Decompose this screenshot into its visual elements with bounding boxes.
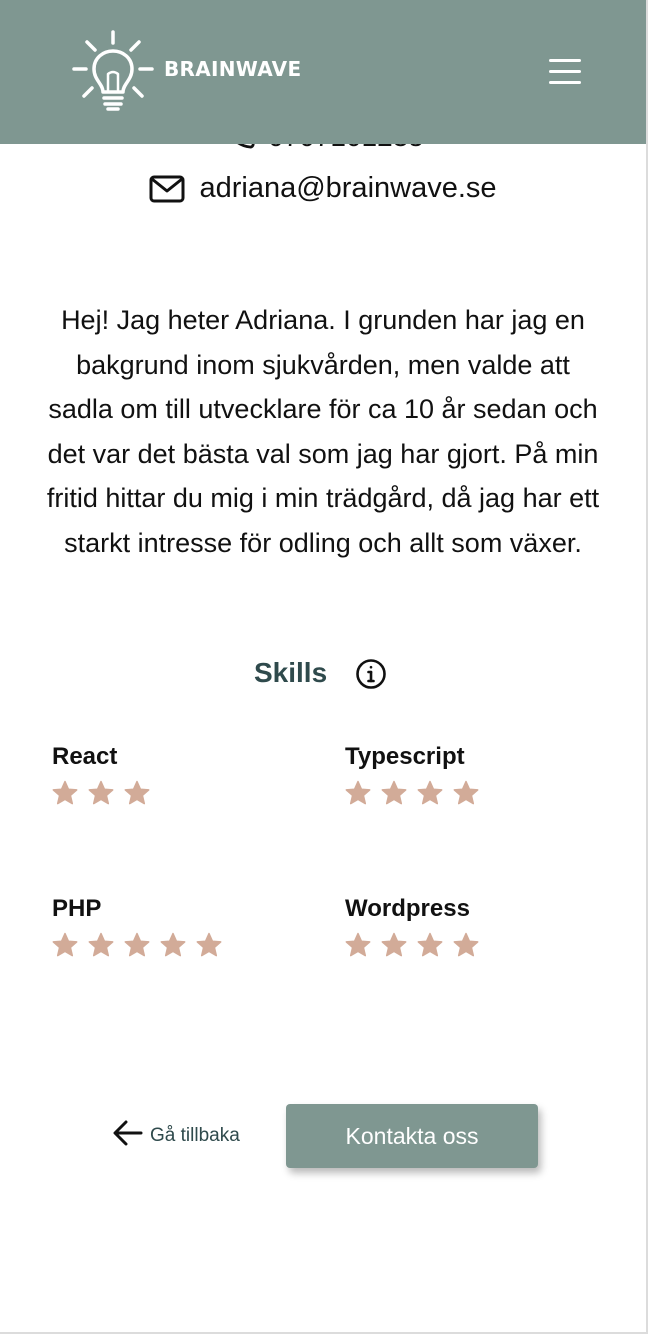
email-row: adriana@brainwave.se	[0, 172, 646, 212]
menu-line	[549, 81, 581, 84]
star-icon	[160, 932, 186, 957]
lightbulb-icon[interactable]	[70, 28, 156, 112]
skill-rating	[52, 780, 150, 805]
star-icon	[124, 932, 150, 957]
star-icon	[381, 780, 407, 805]
skill-name: Wordpress	[345, 895, 470, 922]
mail-icon	[149, 174, 185, 204]
skill-rating	[345, 780, 479, 805]
menu-line	[549, 59, 581, 62]
star-icon	[345, 932, 371, 957]
arrow-left-icon	[112, 1119, 144, 1153]
skill-rating	[345, 932, 479, 957]
star-icon	[88, 932, 114, 957]
skills-title: Skills	[254, 657, 328, 688]
skill-wordpress: Wordpress	[345, 894, 479, 957]
star-icon	[124, 780, 150, 805]
star-icon	[381, 932, 407, 957]
skill-react: React	[52, 742, 150, 805]
star-icon	[453, 780, 479, 805]
star-icon	[52, 932, 78, 957]
info-icon[interactable]	[355, 658, 387, 690]
star-icon	[417, 780, 443, 805]
header: BRAINWAVE	[0, 0, 646, 144]
star-icon	[453, 932, 479, 957]
skill-php: PHP	[52, 894, 222, 957]
back-link[interactable]: Gå tillbaka	[112, 1119, 240, 1153]
logo-text[interactable]: BRAINWAVE	[164, 57, 301, 81]
back-link-label: Gå tillbaka	[150, 1125, 240, 1146]
star-icon	[345, 780, 371, 805]
skill-name: React	[52, 743, 118, 770]
skills-header: Skills	[0, 655, 646, 695]
star-icon	[417, 932, 443, 957]
star-icon	[88, 780, 114, 805]
skill-typescript: Typescript	[345, 742, 479, 805]
menu-line	[549, 70, 581, 73]
email-link[interactable]: adriana@brainwave.se	[199, 172, 496, 205]
page: 0707101235 adriana@brainwave.se	[0, 0, 648, 1334]
skill-name: PHP	[52, 895, 102, 922]
bio-text: Hej! Jag heter Adriana. I grunden har ja…	[46, 305, 600, 558]
skill-name: Typescript	[345, 743, 465, 770]
hamburger-menu-icon[interactable]	[546, 56, 586, 88]
star-icon	[196, 932, 222, 957]
contact-button[interactable]: Kontakta oss	[286, 1104, 538, 1168]
star-icon	[52, 780, 78, 805]
skill-rating	[52, 932, 222, 957]
